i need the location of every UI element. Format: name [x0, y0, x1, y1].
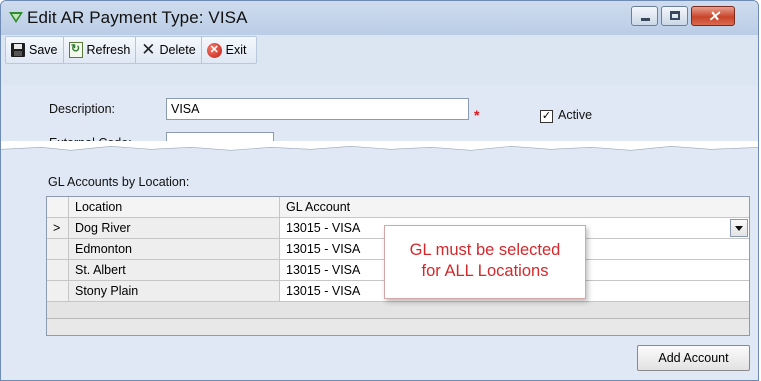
save-button[interactable]: Save	[6, 37, 64, 63]
torn-edge-divider	[1, 141, 758, 159]
red-exit-icon: ✕	[206, 42, 222, 58]
title-bar[interactable]: Edit AR Payment Type: VISA ✕	[1, 1, 758, 35]
header-indicator-cell	[47, 197, 69, 217]
app-triangle-icon	[9, 12, 23, 23]
refresh-icon: ↻	[68, 42, 83, 58]
refresh-button[interactable]: ↻ Refresh	[64, 37, 137, 63]
exit-label: Exit	[225, 43, 247, 57]
column-header-gl-account[interactable]: GL Account	[280, 197, 749, 217]
location-cell: Stony Plain	[69, 281, 280, 301]
callout-line-2: for ALL Locations	[421, 262, 549, 280]
exit-button[interactable]: ✕ Exit	[202, 37, 252, 63]
x-delete-icon: ✕	[141, 40, 156, 59]
description-label: Description:	[49, 102, 115, 116]
description-field[interactable]: VISA	[166, 98, 469, 120]
chevron-down-icon[interactable]	[730, 219, 748, 237]
floppy-disk-icon	[11, 43, 25, 57]
close-button[interactable]: ✕	[691, 6, 735, 26]
location-cell: St. Albert	[69, 260, 280, 280]
window-title: Edit AR Payment Type: VISA	[27, 8, 248, 27]
toolbar: Save ↻ Refresh ✕ Delete ✕ Exit	[1, 35, 758, 85]
gl-account-value: 13015 - VISA	[286, 221, 361, 235]
minimize-icon	[641, 18, 650, 21]
refresh-label: Refresh	[86, 43, 131, 57]
toolbar-strip: Save ↻ Refresh ✕ Delete ✕ Exit	[5, 36, 257, 64]
required-marker: *	[474, 107, 480, 123]
edit-payment-type-window: Edit AR Payment Type: VISA ✕ Save ↻ Refr…	[0, 0, 759, 381]
grid-horizontal-scrollbar[interactable]	[47, 318, 749, 335]
callout-line-1: GL must be selected	[409, 241, 561, 259]
grid-header-row: Location GL Account	[47, 197, 749, 218]
location-cell: Edmonton	[69, 239, 280, 259]
active-label: Active	[558, 108, 593, 122]
maximize-button[interactable]	[661, 6, 688, 26]
delete-button[interactable]: ✕ Delete	[136, 37, 202, 63]
row-indicator	[47, 239, 69, 259]
column-header-location[interactable]: Location	[69, 197, 280, 217]
row-indicator	[47, 260, 69, 280]
save-label: Save	[29, 43, 58, 57]
add-account-button[interactable]: Add Account	[637, 345, 750, 371]
annotation-callout: GL must be selected for ALL Locations	[384, 225, 586, 299]
location-cell: Dog River	[69, 218, 280, 238]
gl-accounts-label: GL Accounts by Location:	[48, 175, 190, 189]
minimize-button[interactable]	[631, 6, 658, 26]
maximize-icon	[670, 11, 680, 20]
row-indicator: >	[47, 218, 69, 238]
row-indicator	[47, 281, 69, 301]
close-icon: ✕	[708, 8, 720, 24]
delete-label: Delete	[159, 43, 196, 57]
active-checkbox[interactable]: ✓	[540, 110, 553, 123]
